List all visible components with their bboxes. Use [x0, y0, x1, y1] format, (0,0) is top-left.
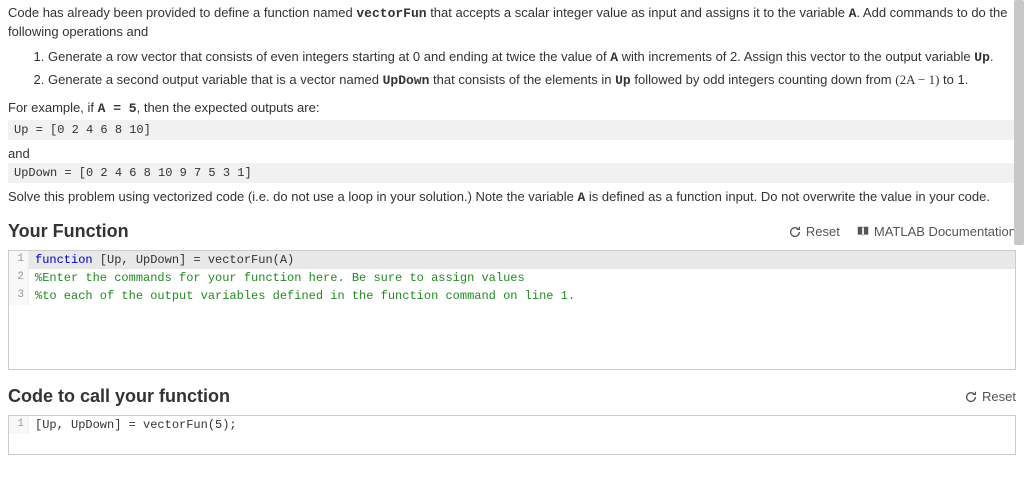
- problem-intro: Code has already been provided to define…: [8, 4, 1016, 41]
- your-function-title: Your Function: [8, 221, 129, 242]
- step2-math: (2A − 1): [895, 72, 939, 87]
- step1-b1: A: [610, 50, 618, 65]
- example-intro: For example, if A = 5, then the expected…: [8, 100, 1016, 116]
- function-editor[interactable]: 1 function [Up, UpDown] = vectorFun(A) 2…: [8, 250, 1016, 370]
- steps-list: Generate a row vector that consists of e…: [48, 47, 1016, 90]
- code-line-2[interactable]: %Enter the commands for your function he…: [29, 269, 1015, 287]
- keyword: function: [35, 253, 93, 267]
- call-editor[interactable]: 1 [Up, UpDown] = vectorFun(5);: [8, 415, 1016, 455]
- line-number: 1: [9, 251, 29, 269]
- note-t2: is defined as a function input. Do not o…: [585, 189, 990, 204]
- intro-mid: that accepts a scalar integer value as i…: [427, 5, 849, 20]
- reset-label-2: Reset: [982, 389, 1016, 404]
- book-icon: [856, 225, 870, 239]
- line-number: 2: [9, 269, 29, 287]
- step2-t1: Generate a second output variable that i…: [48, 72, 383, 87]
- reset-button[interactable]: Reset: [788, 224, 840, 239]
- reset-icon: [788, 225, 802, 239]
- code-line-3[interactable]: %to each of the output variables defined…: [29, 287, 1015, 305]
- reset-label: Reset: [806, 224, 840, 239]
- step2-t2: that consists of the elements in: [429, 72, 615, 87]
- intro-fn-name: vectorFun: [356, 6, 426, 21]
- editor-line[interactable]: 2 %Enter the commands for your function …: [9, 269, 1015, 287]
- example-and: and: [8, 146, 1016, 161]
- ex-eq: A = 5: [98, 101, 137, 116]
- code-line-1[interactable]: function [Up, UpDown] = vectorFun(A): [29, 251, 1015, 269]
- editor-line[interactable]: 1 function [Up, UpDown] = vectorFun(A): [9, 251, 1015, 269]
- matlab-doc-link[interactable]: MATLAB Documentation: [856, 224, 1016, 239]
- step1-t3: .: [990, 49, 994, 64]
- your-function-header: Your Function Reset MATLAB Documentation: [8, 221, 1016, 242]
- step2-b1: UpDown: [383, 73, 430, 88]
- step2-t4: to 1.: [939, 72, 968, 87]
- code-rest: [Up, UpDown] = vectorFun(A): [93, 253, 295, 267]
- step2-b2: Up: [615, 73, 631, 88]
- note-t1: Solve this problem using vectorized code…: [8, 189, 577, 204]
- step-2: Generate a second output variable that i…: [48, 70, 1016, 91]
- comment: %Enter the commands for your function he…: [35, 271, 525, 285]
- matlab-doc-label: MATLAB Documentation: [874, 224, 1016, 239]
- line-number: 3: [9, 287, 29, 305]
- vertical-scrollbar[interactable]: [1014, 0, 1024, 245]
- call-code: [Up, UpDown] = vectorFun(5);: [35, 418, 237, 432]
- step1-t2: with increments of 2. Assign this vector…: [618, 49, 974, 64]
- call-function-title: Code to call your function: [8, 386, 230, 407]
- ex-suffix: , then the expected outputs are:: [137, 100, 320, 115]
- solve-note: Solve this problem using vectorized code…: [8, 189, 1016, 205]
- call-function-header: Code to call your function Reset: [8, 386, 1016, 407]
- editor-line[interactable]: 3 %to each of the output variables defin…: [9, 287, 1015, 305]
- example-up-code: Up = [0 2 4 6 8 10]: [8, 120, 1016, 140]
- call-code-line[interactable]: [Up, UpDown] = vectorFun(5);: [29, 416, 1015, 434]
- step1-t1: Generate a row vector that consists of e…: [48, 49, 610, 64]
- reset-icon: [964, 390, 978, 404]
- step2-t3: followed by odd integers counting down f…: [631, 72, 896, 87]
- step1-b2: Up: [974, 50, 990, 65]
- intro-prefix: Code has already been provided to define…: [8, 5, 356, 20]
- line-number: 1: [9, 416, 29, 434]
- editor-line[interactable]: 1 [Up, UpDown] = vectorFun(5);: [9, 416, 1015, 434]
- reset-button-2[interactable]: Reset: [964, 389, 1016, 404]
- example-updown-code: UpDown = [0 2 4 6 8 10 9 7 5 3 1]: [8, 163, 1016, 183]
- step-1: Generate a row vector that consists of e…: [48, 47, 1016, 68]
- comment: %to each of the output variables defined…: [35, 289, 575, 303]
- ex-prefix: For example, if: [8, 100, 98, 115]
